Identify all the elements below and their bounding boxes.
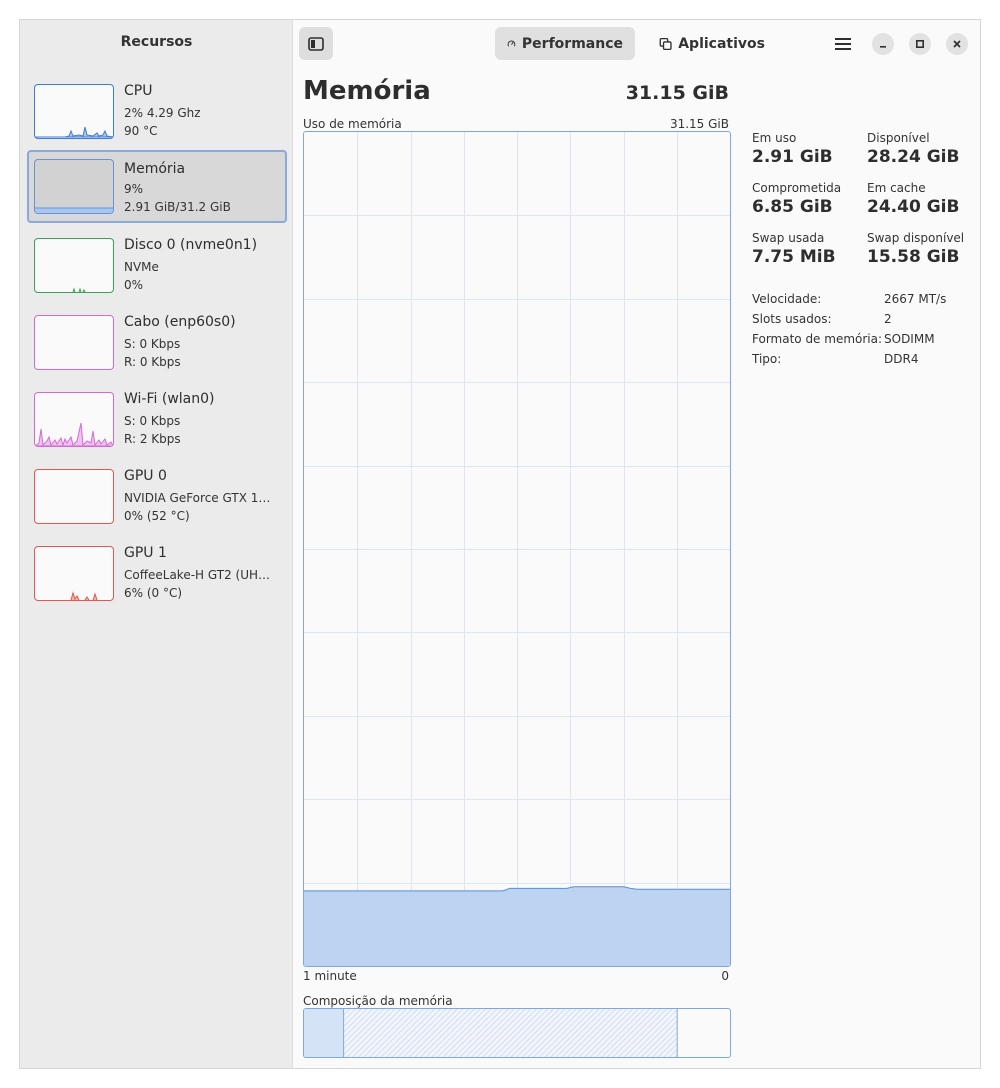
sidebar-item-detail: S: 0 Kbps (124, 414, 181, 428)
sidebar-item-name: Wi-Fi (wlan0) (124, 391, 215, 407)
tab-label: Performance (521, 35, 623, 52)
stat-value: 2.91 GiB (752, 147, 833, 167)
minimize-icon (880, 46, 886, 48)
prop-slots-value: 2 (884, 312, 892, 326)
sidebar-item-detail: NVIDIA GeForce GTX 1650 (124, 491, 274, 505)
prop-speed-label: Velocidade: (752, 292, 822, 306)
cpu-thumbnail-graph (34, 84, 114, 139)
sidebar-item-name: Memória (124, 161, 186, 177)
memory-usage-area (304, 886, 730, 966)
stat-value: 24.40 GiB (867, 197, 960, 217)
stat-label: Swap disponível (867, 231, 965, 245)
tab-applications[interactable]: Aplicativos (647, 27, 777, 60)
total-memory: 31.15 GiB (625, 82, 729, 104)
stat-committed: Comprometida 6.85 GiB (752, 181, 841, 217)
stat-swap-available: Swap disponível 15.58 GiB (867, 231, 964, 267)
sidebar-item-detail: 2% 4.29 Ghz (124, 106, 201, 120)
sidebar-item-name: Disco 0 (nvme0n1) (124, 237, 258, 253)
close-button[interactable] (946, 33, 968, 55)
sidebar-item-name: CPU (124, 83, 153, 99)
stat-label: Swap usada (752, 231, 825, 245)
sidebar-item-detail-secondary: 0% (124, 278, 144, 292)
memory-composition-bar (303, 1008, 731, 1058)
hamburger-menu-icon (835, 37, 851, 50)
stat-available: Disponível 28.24 GiB (867, 131, 959, 167)
stat-value: 15.58 GiB (867, 247, 960, 267)
memory-usage-graph (303, 131, 731, 967)
sidebar-item-name: GPU 0 (124, 468, 167, 484)
tab-label: Aplicativos (678, 35, 765, 52)
sidebar-item-ethernet[interactable]: Cabo (enp60s0) S: 0 Kbps R: 0 Kbps (27, 310, 287, 383)
sidebar-item-detail-secondary: 0% (52 °C) (124, 509, 190, 523)
sidebar-item-detail-secondary: R: 2 Kbps (124, 432, 181, 446)
graph-x-right-label: 0 (721, 969, 729, 983)
gpu-0-thumbnail-graph (34, 469, 114, 524)
memory-composition-plot (304, 1009, 678, 1057)
stat-swap-used: Swap usada 7.75 MiB (752, 231, 836, 267)
app-window: Recursos CPU 2% 4.29 Ghz 90 °C Memória 9… (19, 19, 981, 1069)
sidebar-item-detail: CoffeeLake-H GT2 (UHD Graphics 630) (124, 568, 274, 582)
stat-value: 6.85 GiB (752, 197, 833, 217)
memory-usage-plot (304, 132, 730, 966)
sidebar-toggle-icon (308, 36, 324, 51)
sidebar-title: Recursos (120, 34, 193, 50)
memory-thumbnail-graph (34, 159, 114, 214)
ethernet-thumbnail-graph (34, 315, 114, 370)
sidebar-item-disk[interactable]: Disco 0 (nvme0n1) NVMe 0% (27, 233, 287, 306)
prop-speed-value: 2667 MT/s (884, 292, 947, 306)
stat-value: 7.75 MiB (752, 247, 836, 267)
close-icon (953, 40, 961, 48)
gpu-1-thumbnail-graph (34, 546, 114, 601)
stat-cached: Em cache 24.40 GiB (867, 181, 959, 217)
stat-value: 28.24 GiB (867, 147, 960, 167)
sidebar-item-wifi[interactable]: Wi-Fi (wlan0) S: 0 Kbps R: 2 Kbps (27, 387, 287, 460)
prop-form-factor-value: SODIMM (884, 332, 935, 346)
maximize-button[interactable] (909, 33, 931, 55)
prop-slots-label: Slots usados: (752, 312, 832, 326)
composition-title: Composição da memória (303, 994, 453, 1008)
tab-performance[interactable]: Performance (495, 27, 635, 60)
sidebar-item-detail: S: 0 Kbps (124, 337, 181, 351)
composition-cache-segment (343, 1009, 678, 1057)
composition-used-segment (304, 1009, 344, 1057)
sidebar-item-detail-secondary: R: 0 Kbps (124, 355, 181, 369)
page-title: Memória (303, 76, 431, 106)
stat-label: Em cache (867, 181, 926, 195)
windows-icon (659, 37, 672, 50)
sidebar-item-detail-secondary: 90 °C (124, 124, 158, 138)
graph-max-label: 31.15 GiB (669, 117, 729, 131)
maximize-icon (915, 39, 925, 49)
prop-form-factor-label: Formato de memória: (752, 332, 883, 346)
prop-type-value: DDR4 (884, 352, 919, 366)
minimize-button[interactable] (872, 33, 894, 55)
sidebar-item-name: GPU 1 (124, 545, 167, 561)
gauge-icon (507, 40, 516, 47)
prop-type-label: Tipo: (752, 352, 782, 366)
sidebar-item-gpu-0[interactable]: GPU 0 NVIDIA GeForce GTX 1650 0% (52 °C) (27, 464, 287, 537)
sidebar-toggle-button[interactable] (299, 27, 333, 60)
sidebar-item-cpu[interactable]: CPU 2% 4.29 Ghz 90 °C (27, 79, 287, 152)
sidebar-item-memory[interactable]: Memória 9% 2.91 GiB/31.2 GiB (27, 150, 287, 223)
graph-title: Uso de memória (303, 117, 402, 131)
graph-x-left-label: 1 minute (303, 969, 357, 983)
sidebar-item-detail: 9% (124, 182, 144, 196)
sidebar-item-name: Cabo (enp60s0) (124, 314, 236, 330)
disk-thumbnail-graph (34, 238, 114, 293)
stat-in-use: Em uso 2.91 GiB (752, 131, 833, 167)
stat-label: Comprometida (752, 181, 842, 195)
wifi-thumbnail-graph (34, 392, 114, 447)
sidebar: Recursos CPU 2% 4.29 Ghz 90 °C Memória 9… (20, 20, 293, 1068)
main-menu-button[interactable] (828, 27, 858, 60)
sidebar-item-gpu-1[interactable]: GPU 1 CoffeeLake-H GT2 (UHD Graphics 630… (27, 541, 287, 614)
stat-label: Em uso (752, 131, 797, 145)
sidebar-item-detail-secondary: 6% (0 °C) (124, 586, 183, 600)
stat-label: Disponível (867, 131, 930, 145)
sidebar-item-detail-secondary: 2.91 GiB/31.2 GiB (124, 200, 231, 214)
sidebar-item-detail: NVMe (124, 260, 159, 274)
